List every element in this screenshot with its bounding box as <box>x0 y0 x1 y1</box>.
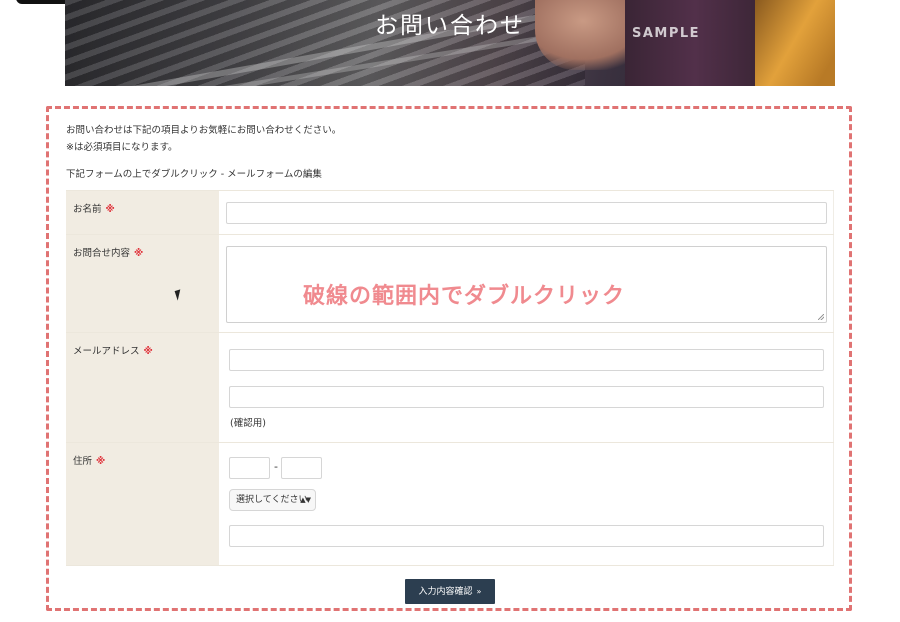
prefecture-select-value: 選択してください <box>236 495 308 505</box>
name-label-text: お名前 <box>73 204 102 215</box>
address-label-text: 住所 <box>73 456 93 467</box>
resize-handle-icon[interactable] <box>818 314 824 320</box>
form-label-cell: お名前 ※ <box>66 191 219 235</box>
message-label-text: お問合せ内容 <box>73 248 131 259</box>
required-mark: ※ <box>105 204 115 215</box>
form-label-cell: 住所 ※ <box>66 443 219 565</box>
name-input[interactable] <box>226 202 827 224</box>
intro-text: お問い合わせは下記の項目よりお気軽にお問い合わせください。 <box>66 125 342 136</box>
email-confirm-note: (確認用) <box>230 418 266 429</box>
email-input[interactable] <box>229 349 824 371</box>
form-label-cell: メールアドレス ※ <box>66 333 219 443</box>
required-mark: ※ <box>143 346 153 357</box>
required-note-text: は必須項目になります。 <box>73 142 178 153</box>
name-label: お名前 ※ <box>73 201 115 215</box>
form-row-email: メールアドレス ※ (確認用) <box>66 332 834 443</box>
address-label: 住所 ※ <box>73 453 105 467</box>
email-confirm-input[interactable] <box>229 386 824 408</box>
email-label: メールアドレス ※ <box>73 343 153 357</box>
zip-code-first-input[interactable] <box>229 457 270 479</box>
select-arrows-icon: ▲▼ <box>300 496 311 504</box>
required-note: ※は必須項目になります。 <box>66 139 178 153</box>
zip-separator: - <box>274 460 278 473</box>
required-mark: ※ <box>96 456 106 467</box>
zip-code-second-input[interactable] <box>281 457 322 479</box>
form-field-cell: (確認用) <box>219 333 834 443</box>
hero-banner: お問い合わせ SAMPLE <box>65 0 835 86</box>
confirm-button-label: 入力内容確認 <box>418 587 473 597</box>
edit-instruction: 下記フォームの上でダブルクリック - メールフォームの編集 <box>66 169 322 180</box>
form-row-name: お名前 ※ <box>66 190 834 235</box>
address-input[interactable] <box>229 525 824 547</box>
sample-watermark: SAMPLE <box>632 26 701 41</box>
form-field-cell <box>219 191 834 235</box>
prefecture-select[interactable]: 選択してください ▲▼ <box>229 489 316 511</box>
double-arrow-icon: » <box>476 587 482 596</box>
page-title: お問い合わせ <box>375 13 525 39</box>
form-row-address: 住所 ※ - 選択してください ▲▼ <box>66 442 834 566</box>
message-label: お問合せ内容 ※ <box>73 245 143 259</box>
required-mark: ※ <box>134 248 144 259</box>
form-label-cell: お問合せ内容 ※ <box>66 235 219 333</box>
double-click-hint-overlay: 破線の範囲内でダブルクリック <box>303 284 626 309</box>
email-label-text: メールアドレス <box>73 346 140 357</box>
form-field-cell: - 選択してください ▲▼ <box>219 443 834 565</box>
confirm-button[interactable]: 入力内容確認» <box>405 579 495 604</box>
required-mark: ※ <box>66 142 74 153</box>
